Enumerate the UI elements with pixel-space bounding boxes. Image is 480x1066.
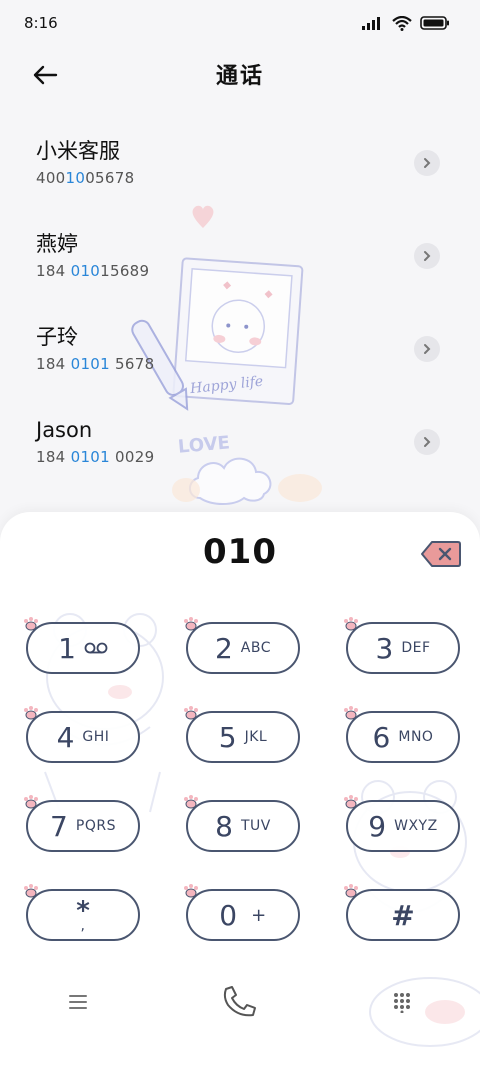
key-digit: 2 <box>214 631 233 665</box>
paw-icon <box>184 795 198 809</box>
key-letters: TUV <box>240 818 271 834</box>
contact-number: 184 0101 0029 <box>36 448 155 466</box>
dial-key-6[interactable]: 6 MNO <box>344 706 460 763</box>
dial-key-3[interactable]: 3 DEF <box>344 617 460 674</box>
paw-icon <box>344 617 358 631</box>
dialpad-toggle-button[interactable] <box>372 972 432 1032</box>
back-arrow-icon <box>33 65 58 85</box>
contact-list: 小米客服 4001005678 燕婷 184 01015689 子玲 184 0… <box>0 120 480 492</box>
chevron-right-icon <box>424 344 431 354</box>
key-digit: # <box>391 898 415 932</box>
paw-icon <box>24 884 38 898</box>
contact-name: 燕婷 <box>36 232 78 256</box>
menu-icon <box>69 995 87 1009</box>
contact-detail-button[interactable] <box>414 243 440 269</box>
contact-item[interactable]: 子玲 184 0101 5678 <box>0 306 480 399</box>
key-digit: 1 <box>58 631 76 665</box>
dial-key-9[interactable]: 9 WXYZ <box>344 795 460 852</box>
chevron-right-icon <box>424 437 431 447</box>
paw-icon <box>344 795 358 809</box>
contact-name: 小米客服 <box>36 139 120 163</box>
contact-name: Jason <box>36 418 93 442</box>
dial-key-star[interactable]: * , <box>24 884 140 941</box>
battery-icon <box>420 16 449 30</box>
signal-icon <box>362 17 380 30</box>
phone-icon <box>223 986 256 1017</box>
key-letters: DEF <box>401 640 431 656</box>
backspace-icon <box>421 541 461 567</box>
contact-item[interactable]: 小米客服 4001005678 <box>0 120 480 213</box>
contact-number: 184 0101 5678 <box>36 355 155 373</box>
key-letters: , <box>80 918 86 934</box>
dial-key-7[interactable]: 7 PQRS <box>24 795 140 852</box>
key-letters: WXYZ <box>394 818 438 834</box>
contact-number: 4001005678 <box>36 169 135 187</box>
menu-button[interactable] <box>48 972 108 1032</box>
key-letters: GHI <box>82 729 110 745</box>
paw-icon <box>24 706 38 720</box>
paw-icon <box>184 617 198 631</box>
status-bar: 8:16 <box>0 0 480 46</box>
dial-key-hash[interactable]: # <box>344 884 460 941</box>
key-digit: 6 <box>372 720 391 754</box>
status-time: 8:16 <box>24 14 58 32</box>
key-letters: + <box>251 904 267 926</box>
key-digit: 3 <box>375 631 394 665</box>
key-digit: 7 <box>50 809 68 843</box>
contact-item[interactable]: 燕婷 184 01015689 <box>0 213 480 306</box>
key-digit: 5 <box>218 720 237 754</box>
key-digit: 0 <box>219 898 238 932</box>
call-button[interactable] <box>210 972 270 1032</box>
dialed-number-display: 010 <box>203 532 277 572</box>
contact-detail-button[interactable] <box>414 429 440 455</box>
dial-key-4[interactable]: 4 GHI <box>24 706 140 763</box>
status-icons <box>362 15 450 31</box>
chevron-right-icon <box>424 251 431 261</box>
contact-detail-button[interactable] <box>414 150 440 176</box>
key-letters: PQRS <box>75 818 116 834</box>
key-digit: 8 <box>215 809 233 843</box>
key-digit: 4 <box>56 720 75 754</box>
paw-icon <box>24 795 38 809</box>
paw-icon <box>184 884 198 898</box>
contact-detail-button[interactable] <box>414 336 440 362</box>
wifi-icon <box>392 15 412 31</box>
key-digit: 9 <box>368 809 387 843</box>
dial-key-0[interactable]: 0 + <box>184 884 300 941</box>
key-letters: JKL <box>244 729 268 745</box>
header: 通话 <box>0 46 480 102</box>
delete-button[interactable] <box>420 540 462 568</box>
contact-name: 子玲 <box>36 325 78 349</box>
bottom-bar <box>0 972 480 1032</box>
paw-icon <box>184 706 198 720</box>
dialpad-icon <box>394 993 410 1013</box>
key-letters: MNO <box>398 729 434 745</box>
paw-icon <box>24 617 38 631</box>
contact-item[interactable]: Jason 184 0101 0029 <box>0 399 480 492</box>
back-button[interactable] <box>28 58 62 92</box>
page-title: 通话 <box>215 64 264 89</box>
voicemail-icon <box>84 642 108 654</box>
chevron-right-icon <box>424 158 431 168</box>
dial-key-8[interactable]: 8 TUV <box>184 795 300 852</box>
contact-number: 184 01015689 <box>36 262 150 280</box>
dial-key-5[interactable]: 5 JKL <box>184 706 300 763</box>
paw-icon <box>344 884 358 898</box>
dial-key-1[interactable]: 1 <box>24 617 140 674</box>
dial-key-2[interactable]: 2 ABC <box>184 617 300 674</box>
paw-icon <box>344 706 358 720</box>
key-letters: ABC <box>240 640 272 656</box>
